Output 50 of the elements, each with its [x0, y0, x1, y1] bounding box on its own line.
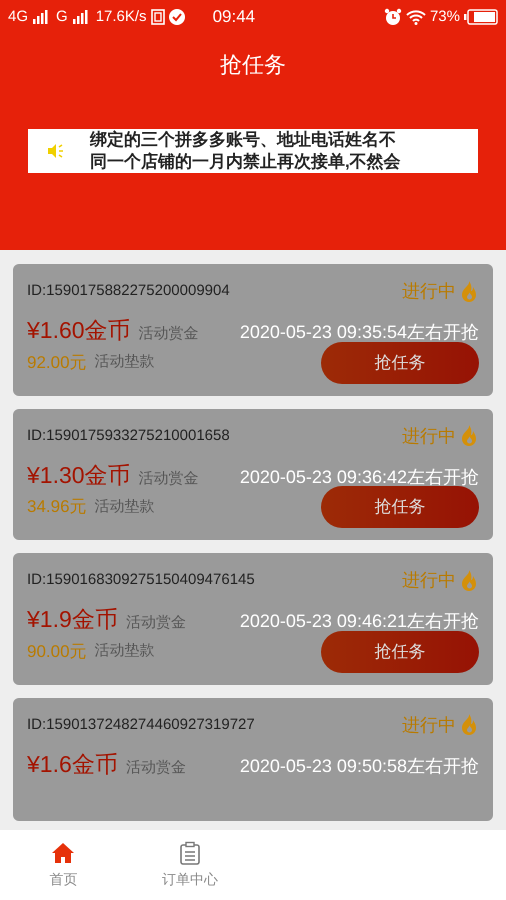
deposit-amount: 92.00元 — [27, 352, 87, 374]
deposit-label: 活动垫款 — [94, 496, 156, 517]
flame-icon — [459, 280, 479, 304]
deposit-label: 活动垫款 — [94, 641, 156, 662]
clipboard-icon — [178, 840, 202, 864]
flame-icon — [459, 568, 479, 592]
page-title: 抢任务 — [219, 51, 287, 79]
status-label: 进行中 — [402, 424, 456, 448]
battery-percent: 73% — [430, 6, 460, 27]
check-circle-icon — [168, 9, 185, 25]
flame-icon — [459, 424, 479, 448]
start-time-text: 2020-05-23 09:35:54左右开抢 — [240, 321, 479, 344]
status-label: 进行中 — [402, 280, 456, 303]
start-time-text: 2020-05-23 09:36:42左右开抢 — [240, 466, 479, 488]
signal-icon — [72, 10, 88, 24]
sim-icon — [150, 9, 165, 25]
wifi-icon — [406, 9, 426, 25]
tab-item[interactable]: 首页 — [0, 830, 126, 900]
reward-amount: ¥1.9金币 — [27, 605, 118, 634]
deposit-label: 活动垫款 — [94, 352, 156, 372]
reward-amount: ¥1.60金币 — [27, 316, 131, 345]
deposit-amount: 90.00元 — [27, 640, 87, 663]
task-id: ID:1590168309275150409476145 — [27, 570, 256, 590]
speaker-icon — [46, 143, 66, 159]
status-label: 进行中 — [402, 714, 456, 736]
clock: 09:44 — [212, 6, 256, 28]
signal-icon — [32, 10, 48, 24]
reward-amount: ¥1.6金币 — [27, 750, 118, 778]
deposit-amount: 34.96元 — [27, 496, 87, 518]
tab-item[interactable]: 订单中心 — [126, 830, 253, 900]
task-id: ID:1590175882275200009904 — [27, 281, 231, 302]
network-speed: 17.6K/s — [96, 6, 147, 27]
task-id: ID:1590175933275210001658 — [27, 426, 231, 446]
home-icon — [51, 840, 76, 864]
notice-text: 绑定的三个拼多多账号、地址电话姓名不 — [90, 129, 397, 151]
task-id: ID:1590137248274460927319727 — [27, 714, 256, 735]
reward-label: 活动赏金 — [138, 324, 199, 344]
battery-icon — [464, 9, 498, 25]
network-label: G — [56, 6, 68, 27]
network-label: 4G — [8, 6, 28, 27]
reward-label: 活动赏金 — [126, 758, 186, 778]
start-time-text: 2020-05-23 09:46:21左右开抢 — [240, 610, 479, 633]
alarm-icon — [384, 8, 402, 26]
status-label: 进行中 — [402, 569, 456, 592]
reward-amount: ¥1.30金币 — [27, 460, 131, 490]
reward-label: 活动赏金 — [138, 468, 199, 488]
flame-icon — [459, 713, 479, 737]
reward-label: 活动赏金 — [126, 613, 186, 633]
notice-text: 同一个店铺的一月内禁止再次接单,不然会 — [90, 151, 401, 173]
start-time-text: 2020-05-23 09:50:58左右开抢 — [240, 754, 479, 778]
